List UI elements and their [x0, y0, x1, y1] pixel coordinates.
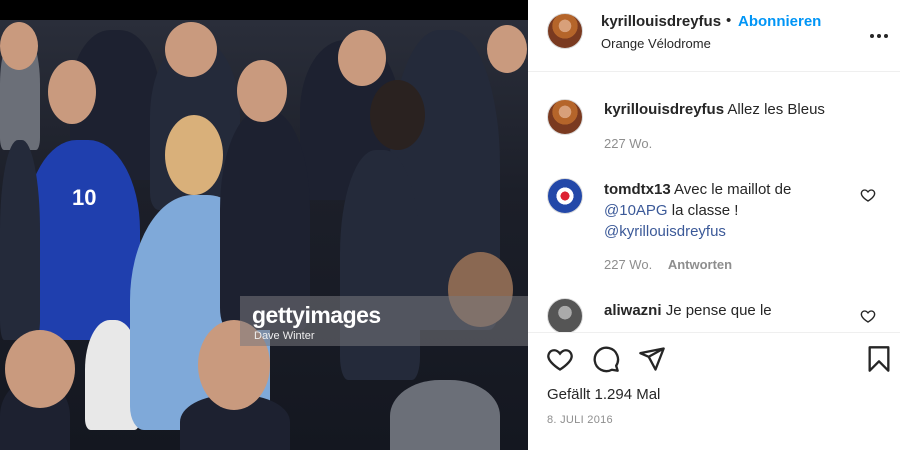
commenter-avatar[interactable] [547, 298, 583, 332]
caption-body: Allez les Bleus [727, 101, 825, 118]
post-side-panel: kyrillouisdreyfus • Abonnieren Orange Vé… [528, 0, 900, 450]
jersey-number: 10 [72, 185, 97, 210]
share-icon[interactable] [638, 345, 666, 373]
post-photo[interactable]: 10 gettyimages Dave Winter [0, 0, 528, 450]
comment-text: aliwazni Je pense que le [604, 300, 772, 321]
caption-text: kyrillouisdreyfus Allez les Bleus [604, 99, 825, 120]
follow-button[interactable]: Abonnieren [738, 13, 821, 30]
comment-like-icon[interactable] [860, 187, 876, 203]
reply-button[interactable]: Antworten [668, 257, 732, 272]
photo-top-bar [0, 0, 528, 20]
separator-dot: • [726, 12, 732, 29]
caption-age: 227 Wo. [604, 136, 653, 151]
photo-credit: Dave Winter [254, 330, 315, 342]
commenter-username[interactable]: tomdtx13 [604, 181, 671, 198]
more-horizontal-icon[interactable] [870, 22, 888, 45]
jersey-figure [25, 140, 140, 340]
mention-link[interactable]: @10APG [604, 202, 668, 219]
comment-text: tomdtx13 Avec le maillot de @10APG la cl… [604, 179, 854, 242]
comment-meta: 227 Wo. Antworten [604, 257, 732, 272]
crowd-head [0, 22, 38, 70]
caption-avatar[interactable] [547, 99, 583, 135]
crowd-head [165, 22, 217, 77]
comment-body: Je pense que le [665, 302, 772, 319]
heart-icon[interactable] [546, 345, 574, 373]
comments-list[interactable]: kyrillouisdreyfus Allez les Bleus 227 Wo… [528, 72, 900, 332]
gettyimages-logo: gettyimages [252, 302, 381, 328]
crowd-head [487, 25, 527, 73]
post-date: 8. JULI 2016 [547, 414, 613, 426]
comment-icon[interactable] [592, 345, 620, 373]
post-actions: Gefällt 1.294 Mal 8. JULI 2016 [528, 332, 900, 450]
comment-body: Avec le maillot de [674, 181, 792, 198]
caption-username[interactable]: kyrillouisdreyfus [604, 101, 724, 118]
fg-figure [0, 140, 40, 340]
dark-head [370, 80, 425, 150]
post-location[interactable]: Orange Vélodrome [601, 36, 711, 51]
commenter-username[interactable]: aliwazni [604, 302, 662, 319]
jersey-head [48, 60, 96, 124]
author-avatar[interactable] [547, 13, 583, 49]
comment-body: la classe ! [671, 202, 739, 219]
photo-scene: 10 [0, 20, 528, 450]
bookmark-icon[interactable] [865, 345, 893, 373]
commenter-avatar[interactable] [547, 178, 583, 214]
like-count[interactable]: Gefällt 1.294 Mal [547, 386, 660, 403]
author-username[interactable]: kyrillouisdreyfus [601, 13, 721, 30]
mention-link[interactable]: @kyrillouisdreyfus [604, 223, 726, 240]
suit-head [237, 60, 287, 122]
crowd-head [338, 30, 386, 86]
fg-figure [390, 380, 500, 450]
fg-head [5, 330, 75, 408]
comment-like-icon[interactable] [860, 308, 876, 324]
post-header: kyrillouisdreyfus • Abonnieren Orange Vé… [528, 0, 900, 72]
blonde-head [165, 115, 223, 195]
comment-age: 227 Wo. [604, 257, 653, 272]
